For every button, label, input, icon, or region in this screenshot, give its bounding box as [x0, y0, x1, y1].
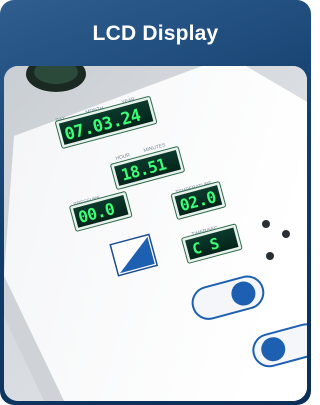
device-photo: DAY MONTH YEAR 07.03.24 HOUR MINUTES 18.…: [4, 66, 307, 401]
indicator-led-icon: [266, 252, 274, 260]
device-illustration: DAY MONTH YEAR 07.03.24 HOUR MINUTES 18.…: [4, 66, 307, 401]
card-title: LCD Display: [92, 22, 219, 45]
indicator-led-icon: [262, 220, 270, 228]
feature-card: LCD Display YEAR 07.03.24 HOUR MINUTES 1…: [0, 0, 311, 405]
indicator-led-icon: [282, 230, 290, 238]
